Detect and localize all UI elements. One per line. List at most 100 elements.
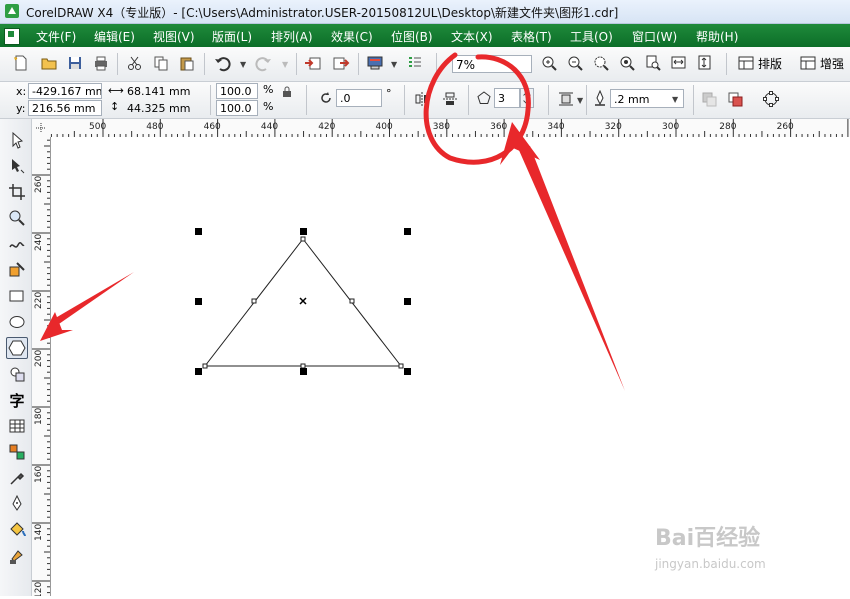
layout-button-label[interactable]: 排版: [758, 55, 782, 72]
rotation-icon: [318, 90, 334, 106]
rectangle-tool-icon[interactable]: [6, 285, 28, 307]
outline-pen-tool-icon[interactable]: [6, 493, 28, 515]
selected-triangle-polygon[interactable]: [202, 236, 404, 369]
menu-tools[interactable]: 工具(O): [570, 28, 613, 45]
undo-dropdown-icon[interactable]: ▼: [240, 60, 246, 69]
baidu-watermark-logo: Bai百经验: [655, 526, 761, 551]
menu-table[interactable]: 表格(T): [511, 28, 552, 45]
width-input[interactable]: 68.141 mm: [123, 83, 205, 99]
percent-y-label: %: [263, 100, 274, 113]
outline-width-dropdown-icon[interactable]: ▼: [672, 95, 678, 104]
ellipse-tool-icon[interactable]: [6, 311, 28, 333]
paste-icon[interactable]: [178, 54, 196, 72]
separator: [117, 53, 118, 75]
zoom-to-all-objects-icon[interactable]: [618, 54, 636, 72]
menu-effects[interactable]: 效果(C): [331, 28, 373, 45]
selection-center-mark[interactable]: [299, 297, 307, 305]
ruler-tick-label: 260: [34, 176, 44, 193]
pick-tool-icon[interactable]: [6, 129, 28, 151]
welcome-screen-icon[interactable]: [406, 54, 424, 72]
x-position-input[interactable]: -429.167 mm: [28, 83, 102, 99]
smart-fill-tool-icon[interactable]: [6, 259, 28, 281]
ruler-tick-label: 380: [433, 122, 450, 132]
new-document-icon[interactable]: [12, 54, 30, 72]
menu-window[interactable]: 窗口(W): [632, 28, 677, 45]
freehand-tool-icon[interactable]: [6, 233, 28, 255]
sides-spinner-icon[interactable]: [520, 88, 534, 108]
layout-toolbar-icon[interactable]: [737, 54, 755, 72]
print-icon[interactable]: [92, 54, 110, 72]
zoom-to-page-height-icon[interactable]: [696, 54, 714, 72]
enhance-toolbar-icon[interactable]: [799, 54, 817, 72]
ruler-origin-corner[interactable]: [32, 119, 51, 138]
enhance-button-label[interactable]: 增强: [820, 55, 844, 72]
convert-to-curves-icon[interactable]: [762, 90, 780, 108]
eyedropper-tool-icon[interactable]: [6, 467, 28, 489]
baidu-watermark-url: jingyan.baidu.com: [655, 557, 766, 571]
menu-edit[interactable]: 编辑(E): [94, 28, 135, 45]
horizontal-ruler[interactable]: 500 480 460 440 420 400 380 360 340 320 300 280 260: [50, 119, 850, 138]
import-icon[interactable]: [304, 54, 322, 72]
vertical-ruler[interactable]: 260 240 220 200 180 160 140 120: [32, 137, 51, 599]
menu-layout[interactable]: 版面(L): [212, 28, 252, 45]
crop-tool-icon[interactable]: [6, 181, 28, 203]
launcher-dropdown-icon[interactable]: ▼: [391, 60, 397, 69]
wrap-text-icon[interactable]: [557, 90, 575, 108]
interactive-fill-tool-icon[interactable]: [6, 545, 28, 567]
zoom-to-page-width-icon[interactable]: [670, 54, 688, 72]
cut-icon[interactable]: [126, 54, 144, 72]
copy-icon[interactable]: [152, 54, 170, 72]
y-position-input[interactable]: 216.56 mm: [28, 100, 102, 116]
ruler-tick-label: 440: [261, 122, 278, 132]
fill-tool-icon[interactable]: [6, 519, 28, 541]
document-icon[interactable]: [4, 28, 20, 45]
export-icon[interactable]: [332, 54, 350, 72]
undo-icon[interactable]: [213, 54, 231, 72]
window-title: CorelDRAW X4（专业版）- [C:\Users\Administrat…: [26, 6, 619, 20]
outline-pen-icon: [592, 90, 608, 106]
menu-file[interactable]: 文件(F): [36, 28, 76, 45]
separator: [306, 85, 307, 115]
zoom-to-page-icon[interactable]: [644, 54, 662, 72]
to-front-icon[interactable]: [726, 90, 744, 108]
shape-tool-icon[interactable]: [6, 155, 28, 177]
table-tool-icon[interactable]: [6, 415, 28, 437]
polygon-tool-icon[interactable]: [6, 337, 28, 359]
application-launcher-icon[interactable]: [366, 54, 384, 72]
save-icon[interactable]: [66, 54, 84, 72]
menu-arrange[interactable]: 排列(A): [271, 28, 313, 45]
wrap-dropdown-icon[interactable]: ▼: [577, 96, 583, 105]
mirror-horizontal-icon[interactable]: [413, 90, 431, 108]
zoom-level-combo[interactable]: 7%: [452, 55, 532, 73]
ruler-tick-label: 400: [376, 122, 393, 132]
zoom-in-icon[interactable]: [540, 54, 558, 72]
menu-help[interactable]: 帮助(H): [696, 28, 738, 45]
zoom-tool-icon[interactable]: [6, 207, 28, 229]
ruler-tick-label: 280: [719, 122, 736, 132]
menu-view[interactable]: 视图(V): [153, 28, 195, 45]
lock-ratio-icon[interactable]: [280, 85, 294, 99]
menu-text[interactable]: 文本(X): [451, 28, 493, 45]
height-input[interactable]: 44.325 mm: [123, 100, 205, 116]
open-folder-icon[interactable]: [40, 54, 58, 72]
polygon-points-icon: [476, 90, 492, 106]
to-back-icon[interactable]: [700, 90, 718, 108]
ruler-tick-label: 120: [34, 582, 44, 596]
polygon-sides-input[interactable]: 3: [494, 88, 520, 108]
scale-x-input[interactable]: 100.0: [216, 83, 258, 99]
menu-bitmaps[interactable]: 位图(B): [391, 28, 433, 45]
mirror-vertical-icon[interactable]: [441, 90, 459, 108]
rotation-input[interactable]: .0: [336, 89, 382, 107]
scale-y-input[interactable]: 100.0: [216, 100, 258, 116]
basic-shapes-tool-icon[interactable]: [6, 363, 28, 385]
y-position-label: y:: [16, 102, 26, 115]
ruler-tick-label: 140: [34, 524, 44, 541]
zoom-to-selected-icon[interactable]: [592, 54, 610, 72]
redo-dropdown-icon[interactable]: ▼: [282, 60, 288, 69]
zoom-out-icon[interactable]: [566, 54, 584, 72]
ruler-tick-label: 160: [34, 466, 44, 483]
ruler-tick-label: 500: [89, 122, 106, 132]
interactive-blend-tool-icon[interactable]: [6, 441, 28, 463]
text-tool-icon[interactable]: 字: [6, 389, 28, 411]
redo-icon[interactable]: [255, 54, 273, 72]
